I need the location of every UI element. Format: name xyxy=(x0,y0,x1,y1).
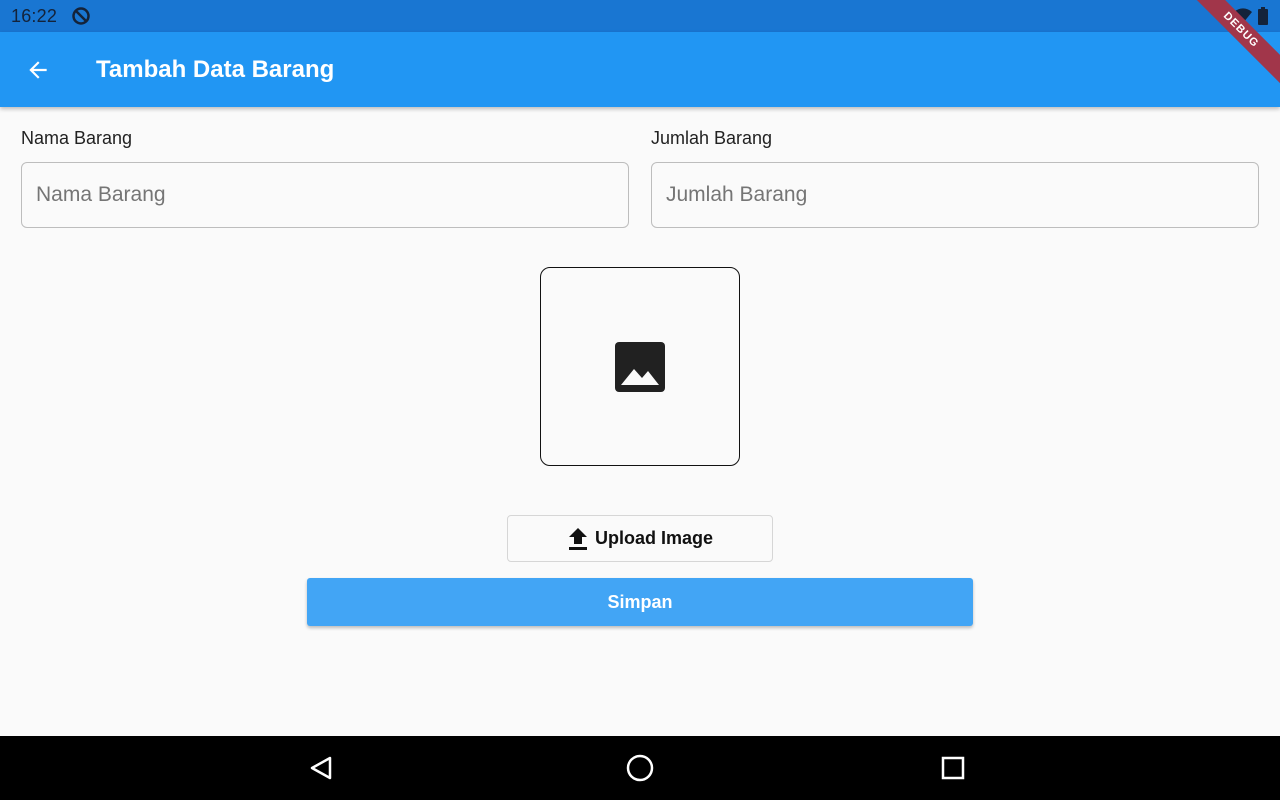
nama-barang-label: Nama Barang xyxy=(21,128,133,148)
image-preview[interactable] xyxy=(540,267,740,466)
upload-image-label: Upload Image xyxy=(594,528,714,548)
upload-image-button[interactable]: Upload Image xyxy=(507,515,773,562)
screen: 16:22 DEBUG Tambah Data Barang Nama Bara… xyxy=(0,0,1280,800)
status-bar: 16:22 xyxy=(0,0,1280,32)
nama-barang-input[interactable] xyxy=(21,162,629,228)
save-button[interactable]: Simpan xyxy=(307,578,973,626)
nav-recents-icon xyxy=(941,756,965,780)
nav-back-icon xyxy=(310,756,332,780)
jumlah-barang-group: Jumlah Barang xyxy=(651,128,1259,228)
nav-home-icon xyxy=(626,754,654,782)
nav-home-button[interactable] xyxy=(622,750,658,786)
back-button[interactable] xyxy=(18,50,58,90)
nav-back-button[interactable] xyxy=(303,750,339,786)
app-bar: Tambah Data Barang xyxy=(0,32,1280,107)
nav-recents-button[interactable] xyxy=(935,750,971,786)
nav-bar xyxy=(0,736,1280,800)
jumlah-barang-input[interactable] xyxy=(651,162,1259,228)
status-icons xyxy=(1234,7,1268,30)
jumlah-barang-label: Jumlah Barang xyxy=(651,128,773,148)
upload-icon xyxy=(568,527,587,550)
battery-icon xyxy=(1258,7,1268,30)
nama-barang-group: Nama Barang xyxy=(21,128,629,228)
image-icon xyxy=(615,341,665,392)
sync-icon xyxy=(71,6,91,26)
page-title: Tambah Data Barang xyxy=(96,55,335,83)
status-time: 16:22 xyxy=(11,5,58,26)
wifi-icon xyxy=(1234,8,1252,29)
arrow-back-icon xyxy=(29,60,47,79)
